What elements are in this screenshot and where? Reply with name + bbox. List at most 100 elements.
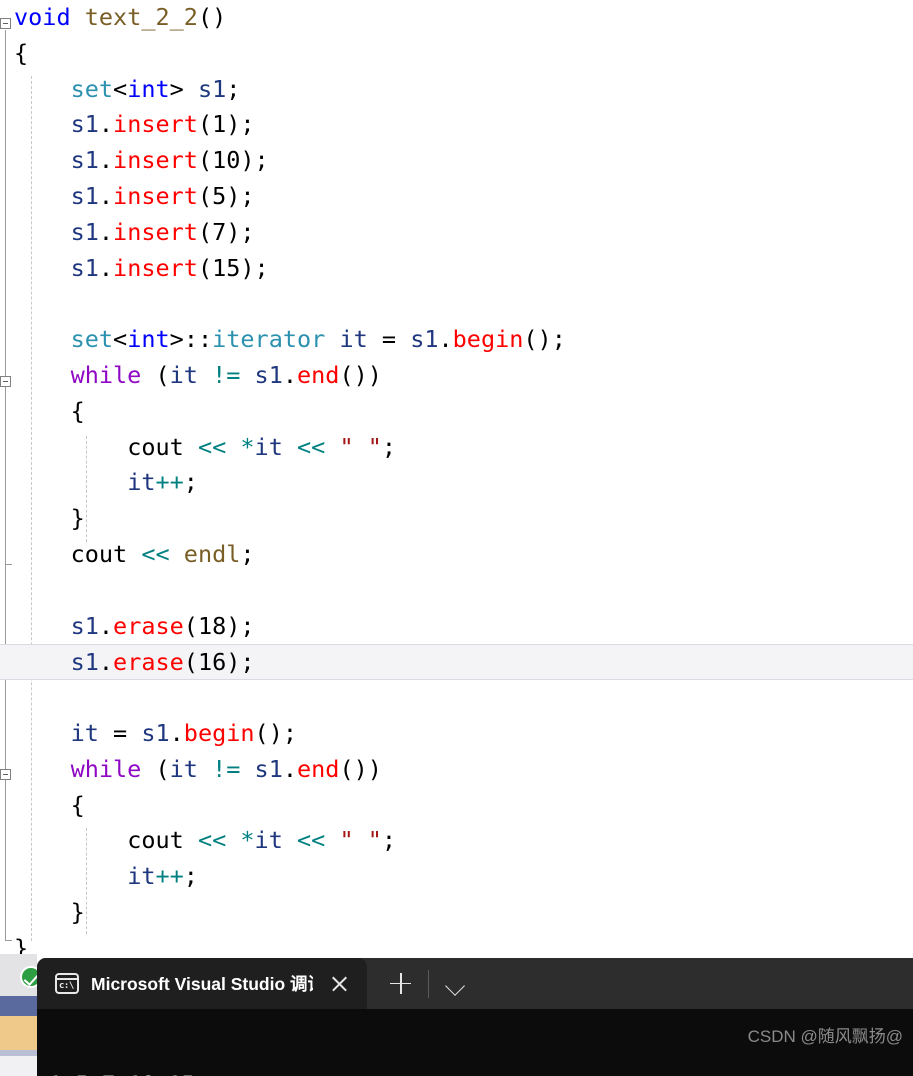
code-line[interactable]: cout << endl; [0, 537, 913, 573]
code-token: begin [452, 325, 524, 354]
code-token: . [282, 360, 297, 389]
code-token: . [282, 754, 297, 783]
code-line[interactable]: { [0, 36, 913, 72]
code-token: s1 [70, 648, 99, 677]
code-token: cout [70, 539, 128, 568]
code-line[interactable]: { [0, 394, 913, 430]
chevron-down-icon[interactable] [438, 967, 472, 1001]
plus-icon[interactable] [381, 965, 419, 1003]
code-token: = [367, 325, 411, 354]
code-line[interactable]: cout << *it << " "; [0, 823, 913, 859]
code-token: begin [183, 718, 255, 747]
code-token: set [70, 74, 114, 103]
terminal-tab-bar[interactable]: c:\ Microsoft Visual Studio 调试控 [37, 958, 913, 1009]
code-line[interactable]: set<int>::iterator it = s1.begin(); [0, 322, 913, 358]
code-token: s1 [141, 718, 170, 747]
code-token: erase [113, 648, 184, 677]
console-icon-label: c:\ [59, 981, 74, 991]
code-token: ++ [155, 468, 184, 497]
code-editor-surface[interactable]: void text_2_2(){ set<int> s1; s1.insert(… [0, 0, 913, 1076]
code-token: (18); [183, 611, 255, 640]
code-lines[interactable]: void text_2_2(){ set<int> s1; s1.insert(… [0, 0, 913, 967]
code-token: end [297, 754, 340, 783]
code-token: > [169, 74, 198, 103]
console-icon: c:\ [55, 973, 79, 994]
code-line[interactable]: s1.erase(18); [0, 609, 913, 645]
code-line[interactable] [0, 573, 913, 609]
code-token: cout [127, 826, 184, 855]
code-token: << [141, 539, 170, 568]
code-token: ()) [339, 360, 382, 389]
edge-band-tan [0, 1016, 37, 1050]
close-icon[interactable] [325, 970, 353, 998]
code-token: = [98, 718, 142, 747]
code-token: > [169, 325, 184, 354]
code-line[interactable]: it++; [0, 859, 913, 895]
terminal-actions[interactable] [367, 958, 472, 1009]
code-line[interactable]: it++; [0, 465, 913, 501]
code-token: it [70, 718, 99, 747]
code-token: * [240, 432, 255, 461]
code-line[interactable]: { [0, 788, 913, 824]
code-token: (); [254, 718, 297, 747]
code-token: while [70, 360, 142, 389]
code-line[interactable]: void text_2_2() [0, 0, 913, 36]
code-line-current[interactable]: s1.erase(16); [0, 644, 913, 681]
csdn-watermark: CSDN @随风飘扬@ [747, 1027, 903, 1046]
saved-check-icon [20, 966, 37, 988]
code-token: ; [381, 826, 397, 855]
code-line[interactable]: set<int> s1; [0, 72, 913, 108]
terminal-output[interactable]: 1 5 7 10 15 1 5 7 10 15 CSDN @随风飘扬@ [37, 1009, 913, 1076]
code-line[interactable]: s1.insert(1); [0, 107, 913, 143]
code-token: erase [113, 611, 184, 640]
code-token: . [98, 146, 114, 175]
code-token: . [98, 181, 114, 210]
code-line[interactable]: cout << *it << " "; [0, 430, 913, 466]
integrated-terminal-panel[interactable]: c:\ Microsoft Visual Studio 调试控 1 5 7 10… [37, 958, 913, 1076]
terminal-tab-active[interactable]: c:\ Microsoft Visual Studio 调试控 [37, 958, 367, 1009]
code-token: it [169, 360, 198, 389]
code-line[interactable]: s1.insert(10); [0, 143, 913, 179]
code-line[interactable] [0, 286, 913, 322]
code-token: . [98, 217, 114, 246]
code-line[interactable] [0, 680, 913, 716]
code-token: ; [381, 432, 397, 461]
code-token: cout [127, 432, 184, 461]
code-token: << [297, 826, 326, 855]
code-line[interactable]: s1.insert(15); [0, 251, 913, 287]
code-line[interactable]: while (it != s1.end()) [0, 358, 913, 394]
code-token: . [169, 718, 184, 747]
code-token: endl [183, 539, 241, 568]
code-token: insert [113, 181, 198, 210]
code-token: . [438, 325, 453, 354]
code-token: s1 [70, 110, 99, 139]
code-token: . [98, 611, 114, 640]
code-line[interactable]: it = s1.begin(); [0, 716, 913, 752]
code-token: s1 [70, 181, 99, 210]
code-token: < [113, 74, 128, 103]
code-token: != [212, 754, 241, 783]
code-token: s1 [254, 754, 283, 783]
code-line[interactable]: } [0, 895, 913, 931]
code-line[interactable]: s1.insert(7); [0, 215, 913, 251]
code-line[interactable]: } [0, 501, 913, 537]
code-token: (15); [197, 253, 269, 282]
code-line[interactable]: s1.insert(5); [0, 179, 913, 215]
code-line[interactable]: while (it != s1.end()) [0, 752, 913, 788]
code-token: s1 [410, 325, 439, 354]
